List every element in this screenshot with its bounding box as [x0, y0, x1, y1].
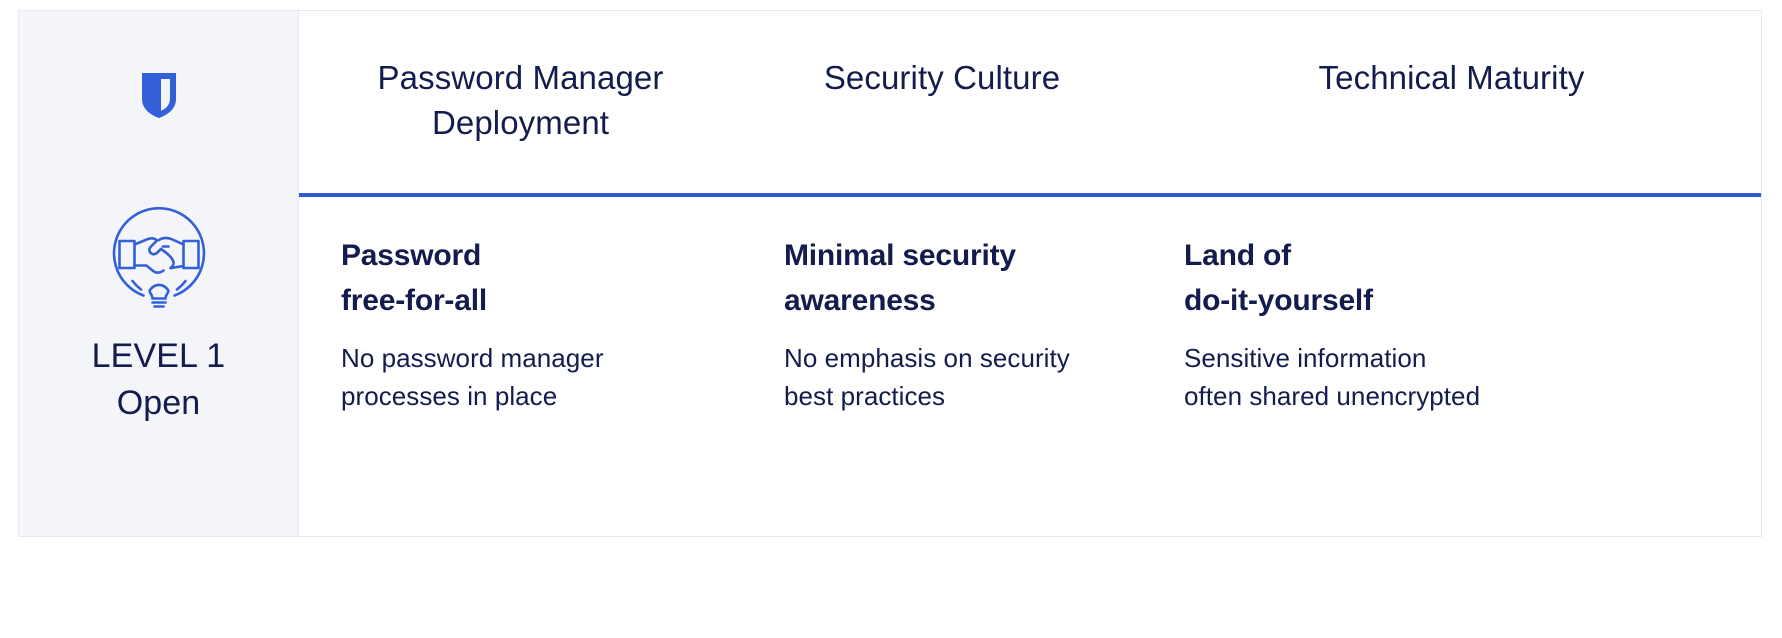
level-number: LEVEL 1 [91, 337, 226, 375]
cell-title: Land of do-it-yourself [1184, 239, 1373, 317]
cell-description: No password manager processes in place [341, 343, 604, 411]
column-header-technical-maturity: Technical Maturity [1142, 11, 1761, 193]
handshake-lightbulb-icon [111, 207, 207, 316]
table-body-row: Password free-for-all No password manage… [299, 197, 1761, 415]
maturity-level-card: LEVEL 1 Open Password Manager Deployment… [18, 10, 1762, 537]
column-header-label: Password Manager Deployment [377, 59, 664, 141]
cell-security-culture: Minimal security awareness No emphasis o… [742, 233, 1142, 415]
column-header-security-culture: Security Culture [742, 11, 1142, 193]
cell-title: Password free-for-all [341, 239, 487, 317]
cell-description: No emphasis on security best practices [784, 343, 1070, 411]
cell-title: Minimal security awareness [784, 239, 1016, 317]
cell-password-manager-deployment: Password free-for-all No password manage… [299, 233, 742, 415]
shield-icon [141, 73, 176, 123]
brand-logo [19, 73, 298, 123]
table-header-row: Password Manager Deployment Security Cul… [299, 11, 1761, 193]
level-label: LEVEL 1 Open [19, 333, 298, 427]
column-header-label: Technical Maturity [1318, 59, 1585, 96]
level-sidebar: LEVEL 1 Open [19, 11, 299, 536]
level-name: Open [116, 384, 201, 422]
level-illustration [19, 207, 298, 316]
column-header-password-manager-deployment: Password Manager Deployment [299, 11, 742, 193]
cell-description: Sensitive information often shared unenc… [1184, 343, 1481, 411]
cell-technical-maturity: Land of do-it-yourself Sensitive informa… [1142, 233, 1761, 415]
column-header-label: Security Culture [823, 59, 1061, 96]
maturity-table: Password Manager Deployment Security Cul… [299, 11, 1761, 536]
